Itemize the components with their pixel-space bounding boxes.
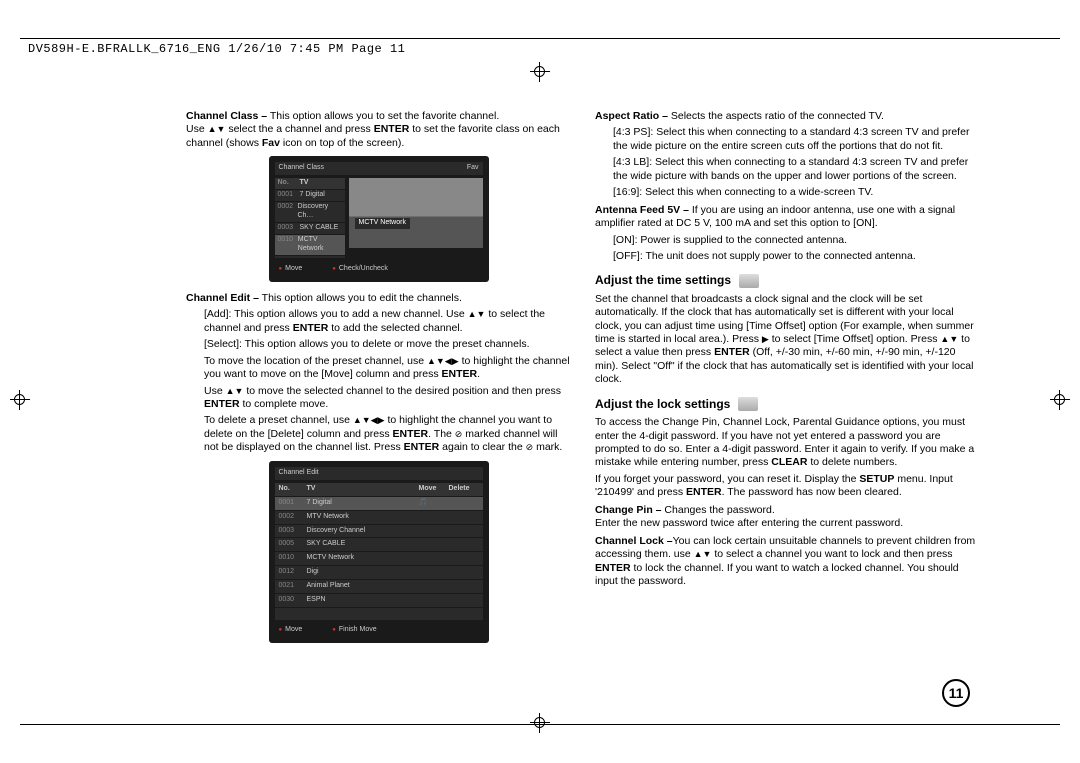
crop-mark-right — [1050, 390, 1070, 410]
time-settings-para: Set the channel that broadcasts a clock … — [595, 293, 980, 387]
channel-class-screenshot: Channel Class Fav No.TV 00017 Digital 00… — [269, 156, 489, 282]
lock-settings-heading: Adjust the lock settings — [595, 397, 980, 412]
add-line: [Add]: This option allows you to add a n… — [186, 308, 571, 335]
use-line: Use ▲▼ to move the selected channel to t… — [186, 385, 571, 412]
ar-43lb: [4:3 LB]: Select this when connecting to… — [595, 156, 980, 183]
antenna-para: Antenna Feed 5V – If you are using an in… — [595, 204, 980, 231]
crop-mark-bottom — [530, 713, 550, 733]
crop-mark-top — [530, 62, 550, 82]
time-settings-heading: Adjust the time settings — [595, 273, 980, 288]
aspect-ratio-para: Aspect Ratio – Selects the aspects ratio… — [595, 110, 980, 123]
left-column: Channel Class – This option allows you t… — [186, 110, 571, 653]
ar-43ps: [4:3 PS]: Select this when connecting to… — [595, 126, 980, 153]
channel-edit-para: Channel Edit – This option allows you to… — [186, 292, 571, 305]
delete-line: To delete a preset channel, use ▲▼◀▶ to … — [186, 414, 571, 454]
ar-169: [16:9]: Select this when connecting to a… — [595, 186, 980, 199]
crop-mark-left — [10, 390, 30, 410]
channel-edit-screenshot: Channel Edit No. TV Move Delete 00017 Di… — [269, 461, 489, 643]
antenna-off: [OFF]: The unit does not supply power to… — [595, 250, 980, 263]
antenna-on: [ON]: Power is supplied to the connected… — [595, 234, 980, 247]
change-pin-para: Change Pin – Changes the password. Enter… — [595, 504, 980, 531]
lock-para1: To access the Change Pin, Channel Lock, … — [595, 416, 980, 470]
lock-para2: If you forget your password, you can res… — [595, 473, 980, 500]
select-line: [Select]: This option allows you to dele… — [186, 338, 571, 351]
page-number: 11 — [942, 679, 970, 707]
lock-icon — [738, 397, 758, 411]
channel-lock-para: Channel Lock –You can lock certain unsui… — [595, 535, 980, 589]
move-line: To move the location of the preset chann… — [186, 355, 571, 382]
content-columns: Channel Class – This option allows you t… — [186, 110, 980, 653]
right-column: Aspect Ratio – Selects the aspects ratio… — [595, 110, 980, 653]
clock-icon — [739, 274, 759, 288]
channel-class-para: Channel Class – This option allows you t… — [186, 110, 571, 150]
doc-header: DV589H-E.BFRALLK_6716_ENG 1/26/10 7:45 P… — [28, 42, 405, 56]
